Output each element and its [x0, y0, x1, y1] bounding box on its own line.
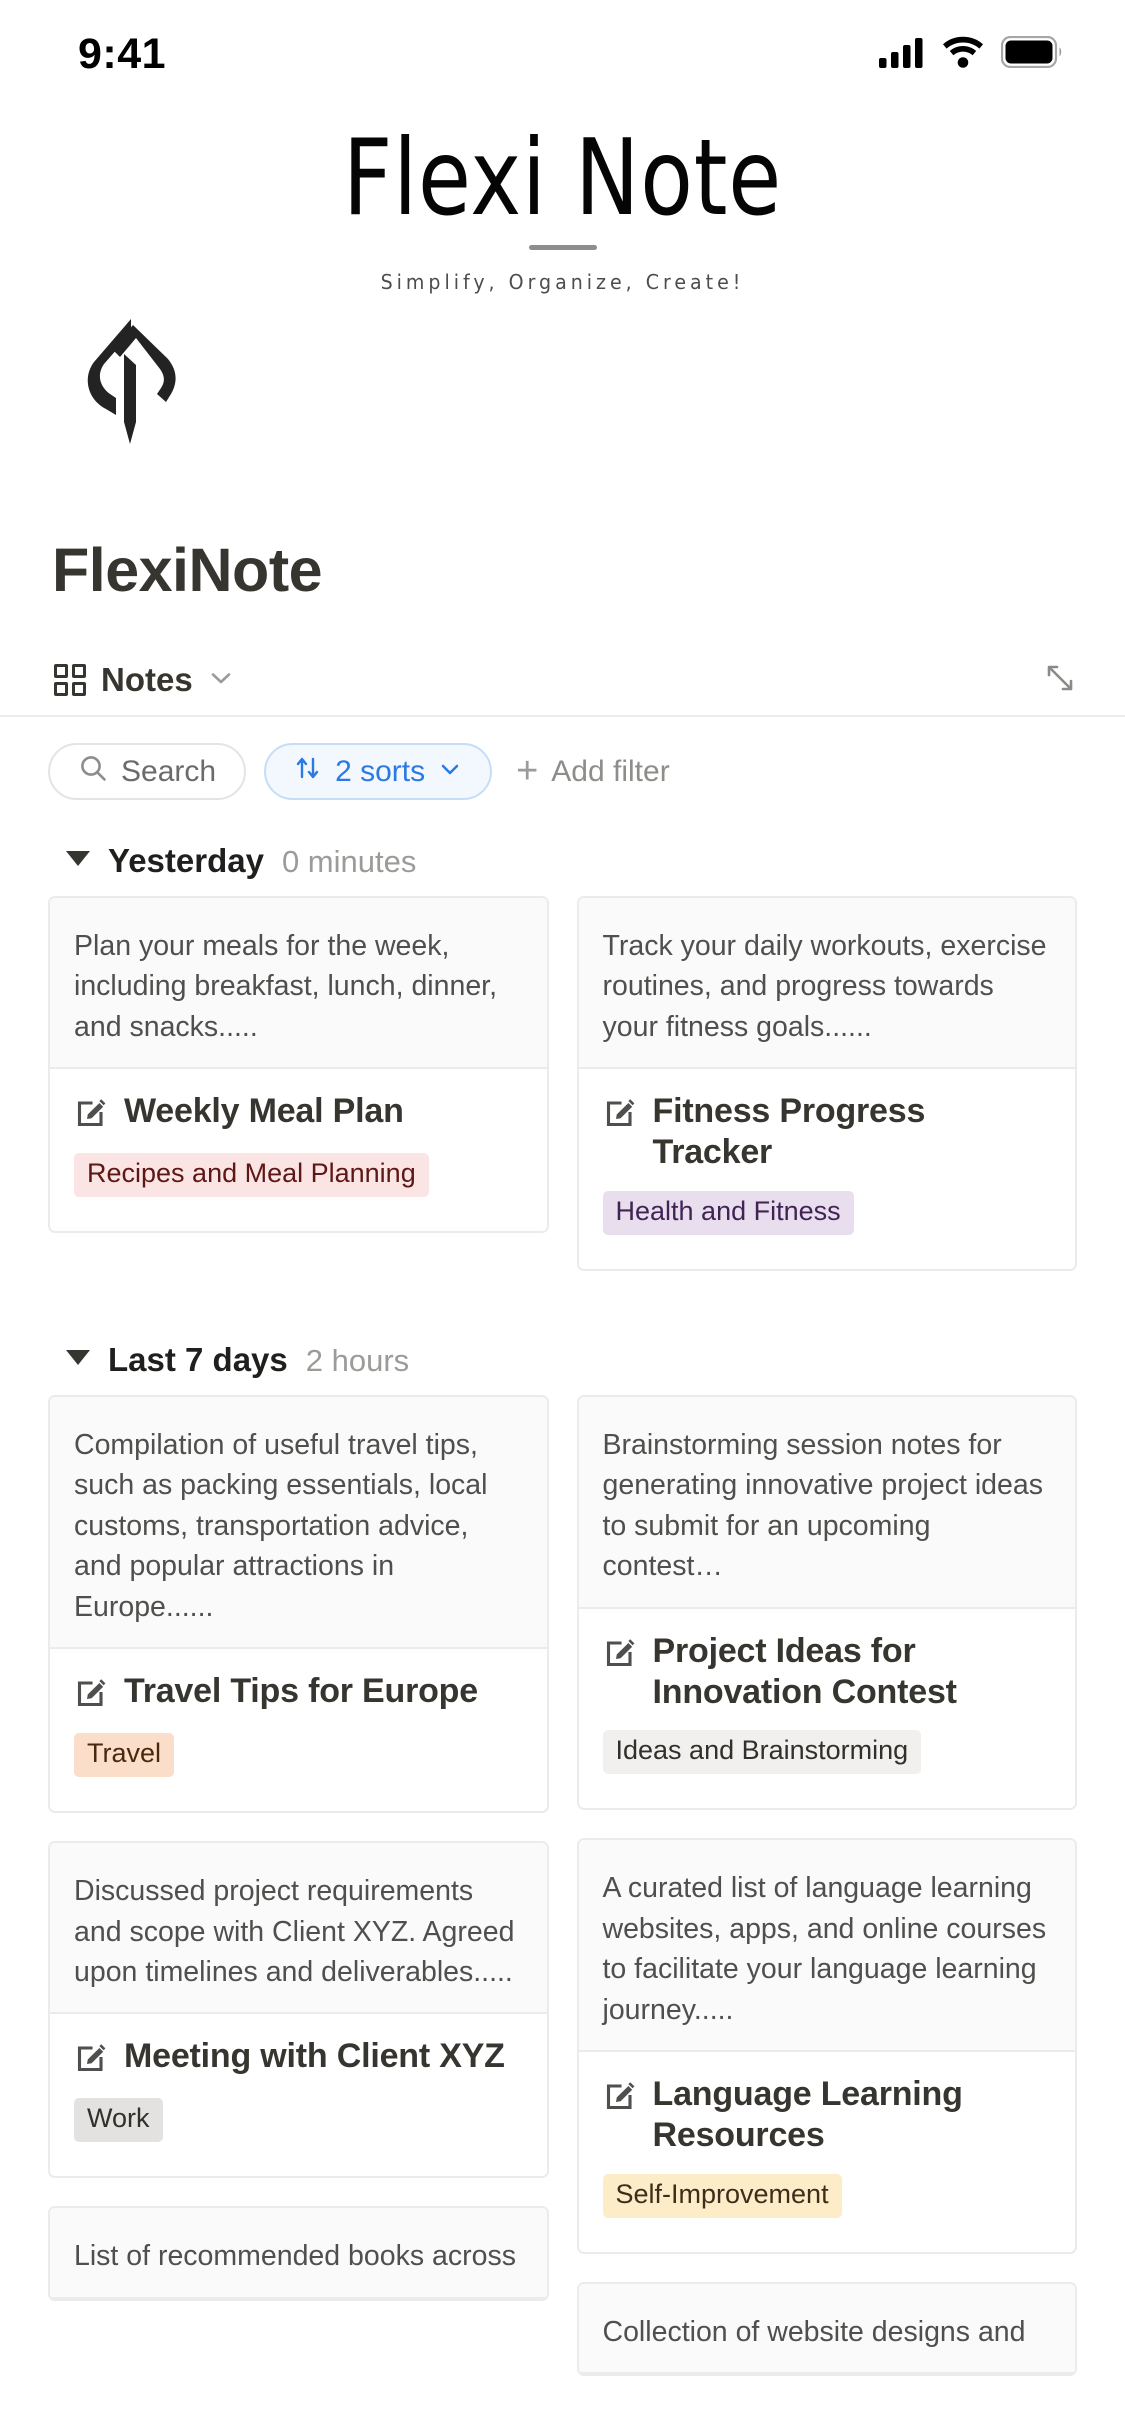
group-header[interactable]: Last 7 days 2 hours — [48, 1299, 1077, 1395]
wifi-icon — [942, 36, 984, 73]
search-input[interactable]: Search — [48, 743, 247, 800]
sorts-label: 2 sorts — [335, 754, 426, 788]
note-tag[interactable]: Work — [74, 2098, 163, 2143]
splash-brand: Flexi Note Simplify, Organize, Create! — [0, 108, 1125, 295]
card-grid: Compilation of useful travel tips, such … — [48, 1394, 1077, 2404]
status-indicators — [879, 35, 1063, 73]
card-column: Brainstorming session notes for generati… — [576, 1394, 1077, 2404]
card-column: Compilation of useful travel tips, such … — [48, 1394, 549, 2404]
plus-icon: + — [516, 750, 539, 793]
brand-divider — [528, 245, 597, 250]
note-title: Language Learning Resources — [652, 2075, 963, 2154]
battery-icon — [1000, 35, 1063, 73]
note-preview: Collection of website designs and — [578, 2283, 1075, 2374]
note-group: Yesterday 0 minutes Plan your meals for th… — [0, 800, 1125, 1299]
note-preview: Plan your meals for the week, including … — [50, 898, 547, 1070]
brand-wordmark: Flexi Note — [342, 117, 783, 239]
note-title-row[interactable]: Weekly Meal Plan — [74, 1091, 523, 1135]
app-logo — [0, 316, 1125, 449]
note-preview: Brainstorming session notes for generati… — [578, 1396, 1075, 1609]
note-card[interactable]: List of recommended books across — [48, 2206, 549, 2301]
note-card[interactable]: A curated list of language learning webs… — [576, 1838, 1077, 2254]
note-edit-icon — [603, 1636, 637, 1675]
grid-view-icon — [54, 664, 86, 696]
note-title: Weekly Meal Plan — [124, 1092, 404, 1131]
note-card[interactable]: Collection of website designs and — [576, 2281, 1077, 2376]
group-header[interactable]: Yesterday 0 minutes — [48, 800, 1077, 896]
note-title-row[interactable]: Language Learning Resources — [603, 2074, 1052, 2156]
note-edit-icon — [74, 1676, 108, 1715]
view-row: Notes — [0, 645, 1125, 717]
view-tab-label: Notes — [101, 661, 193, 698]
notes-groups: Yesterday 0 minutes Plan your meals for th… — [0, 800, 1125, 2404]
note-tag[interactable]: Health and Fitness — [602, 1191, 854, 1235]
triangle-down-icon[interactable] — [66, 851, 90, 866]
add-filter-label: Add filter — [551, 754, 670, 788]
note-card[interactable]: Discussed project requirements and scope… — [48, 1841, 549, 2179]
search-icon — [78, 753, 108, 791]
note-title: Fitness Progress Tracker — [652, 1092, 926, 1172]
note-preview: Track your daily workouts, exercise rout… — [578, 898, 1075, 1070]
add-filter-button[interactable]: + Add filter — [510, 750, 670, 793]
card-column: Plan your meals for the week, including … — [48, 896, 549, 1299]
group-title: Yesterday — [108, 842, 264, 879]
status-time: 9:41 — [78, 29, 167, 78]
note-card-body: Language Learning Resources Self-Improve… — [579, 2052, 1076, 2251]
note-title: Travel Tips for Europe — [124, 1672, 478, 1711]
note-title-row[interactable]: Meeting with Client XYZ — [74, 2036, 523, 2080]
note-title-row[interactable]: Fitness Progress Tracker — [603, 1091, 1052, 1173]
note-tag[interactable]: Self-Improvement — [602, 2173, 842, 2218]
note-tag[interactable]: Travel — [74, 1733, 175, 1778]
note-preview: Compilation of useful travel tips, such … — [50, 1396, 547, 1650]
sort-arrows-icon — [294, 754, 322, 790]
note-group: Last 7 days 2 hours Compilation of useful … — [0, 1299, 1125, 2404]
note-title-row[interactable]: Travel Tips for Europe — [74, 1671, 523, 1715]
note-card-body: Project Ideas for Innovation Contest Ide… — [579, 1609, 1076, 1808]
group-meta: 0 minutes — [281, 844, 417, 879]
note-card-body: Meeting with Client XYZ Work — [50, 2014, 547, 2176]
card-column: Track your daily workouts, exercise rout… — [576, 896, 1077, 1299]
search-placeholder: Search — [121, 754, 217, 788]
note-preview: Discussed project requirements and scope… — [50, 1843, 547, 2015]
note-card[interactable]: Plan your meals for the week, including … — [48, 896, 549, 1234]
note-card[interactable]: Compilation of useful travel tips, such … — [48, 1394, 549, 1814]
note-tag[interactable]: Ideas and Brainstorming — [602, 1730, 922, 1775]
note-card[interactable]: Track your daily workouts, exercise rout… — [576, 896, 1077, 1271]
note-card[interactable]: Brainstorming session notes for generati… — [576, 1394, 1077, 1811]
note-title-row[interactable]: Project Ideas for Innovation Contest — [603, 1631, 1052, 1713]
page-title: FlexiNote — [52, 536, 323, 604]
expand-diagonal-icon[interactable] — [1043, 661, 1077, 700]
note-edit-icon — [603, 1096, 637, 1135]
group-title: Last 7 days — [108, 1340, 288, 1378]
note-title: Project Ideas for Innovation Contest — [652, 1631, 957, 1711]
cellular-signal-icon — [879, 36, 925, 73]
sorts-chip[interactable]: 2 sorts — [264, 743, 493, 800]
note-title: Meeting with Client XYZ — [124, 2037, 505, 2076]
view-tab-notes[interactable]: Notes — [54, 661, 234, 699]
note-preview: A curated list of language learning webs… — [578, 1840, 1075, 2053]
note-card-body: Fitness Progress Tracker Health and Fitn… — [579, 1069, 1076, 1268]
group-meta: 2 hours — [305, 1342, 410, 1378]
note-edit-icon — [603, 2079, 637, 2118]
note-edit-icon — [74, 1096, 108, 1135]
note-preview: List of recommended books across — [50, 2208, 547, 2299]
chevron-down-icon — [438, 755, 462, 789]
note-edit-icon — [74, 2041, 108, 2080]
card-grid: Plan your meals for the week, including … — [48, 896, 1077, 1299]
flexinote-quill-logo-icon — [87, 319, 176, 444]
note-tag[interactable]: Recipes and Meal Planning — [74, 1153, 429, 1198]
status-bar: 9:41 — [0, 0, 1125, 108]
chevron-down-icon[interactable] — [208, 665, 234, 696]
triangle-down-icon[interactable] — [66, 1349, 90, 1365]
note-card-body: Travel Tips for Europe Travel — [50, 1649, 547, 1811]
brand-tagline: Simplify, Organize, Create! — [380, 270, 745, 294]
filter-bar: Search 2 sorts + Add filter — [0, 717, 1125, 800]
note-card-body: Weekly Meal Plan Recipes and Meal Planni… — [50, 1069, 547, 1231]
